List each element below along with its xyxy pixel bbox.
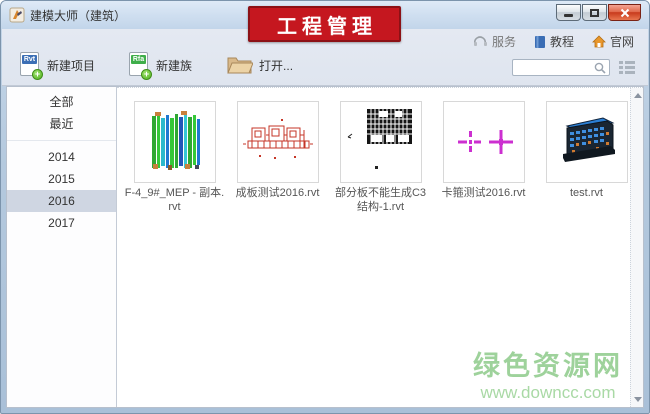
tutorial-label: 教程 [550, 33, 574, 50]
file-row: F-4_9#_MEP - 副本.rvt [117, 88, 643, 214]
toolbar: Rvt + 新建项目 Rfa + 新建族 打开... [16, 49, 297, 81]
open-button[interactable]: 打开... [222, 51, 297, 79]
tutorial-link[interactable]: 教程 [534, 33, 574, 50]
new-family-button[interactable]: Rfa + 新建族 [125, 49, 196, 81]
blue-building-thumbnail [546, 101, 628, 183]
red-floorplan-thumbnail [237, 101, 319, 183]
sidebar: 全部 最近 2014 2015 2016 2017 [7, 87, 117, 407]
mep-model-thumbnail [134, 101, 216, 183]
file-item[interactable]: 成板测试2016.rvt [226, 101, 329, 214]
file-item[interactable]: 部分板不能生成C3结构-1.rvt [329, 101, 432, 214]
service-label: 服务 [492, 33, 516, 50]
main-panel: 全部 最近 2014 2015 2016 2017 [6, 86, 644, 408]
new-project-button[interactable]: Rvt + 新建项目 [16, 49, 99, 81]
website-label: 官网 [610, 33, 634, 50]
home-icon [592, 35, 606, 48]
list-view-icon[interactable] [618, 59, 636, 76]
sidebar-item-all[interactable]: 全部 [7, 91, 116, 113]
window-controls [556, 4, 641, 21]
search-box [512, 59, 610, 76]
new-family-icon: Rfa + [129, 52, 150, 78]
app-logo-icon [9, 7, 25, 23]
maximize-icon [590, 9, 599, 17]
plus-icon: + [32, 69, 43, 80]
rfa-badge: Rfa [131, 55, 146, 64]
open-folder-icon [226, 54, 253, 76]
file-item[interactable]: test.rvt [535, 101, 638, 214]
sidebar-item-2015[interactable]: 2015 [7, 168, 116, 190]
close-icon [620, 8, 630, 18]
file-name: 成板测试2016.rvt [236, 186, 320, 200]
sidebar-item-2017[interactable]: 2017 [7, 212, 116, 234]
new-project-icon: Rvt + [20, 52, 41, 78]
header-links: 服务 教程 官网 [473, 33, 634, 50]
file-grid: F-4_9#_MEP - 副本.rvt [117, 87, 643, 407]
black-grid-thumbnail [340, 101, 422, 183]
new-project-label: 新建项目 [47, 57, 95, 74]
scroll-down-icon[interactable] [634, 397, 642, 402]
sidebar-item-2016[interactable]: 2016 [7, 190, 116, 212]
page-title-banner: 工程管理 [248, 6, 401, 42]
rvt-badge: Rvt [22, 55, 37, 64]
file-item[interactable]: 卡箍测试2016.rvt [432, 101, 535, 214]
file-name: 卡箍测试2016.rvt [442, 186, 526, 200]
close-button[interactable] [608, 4, 641, 21]
window-title: 建模大师（建筑） [30, 7, 126, 24]
service-icon [473, 36, 488, 48]
file-name: test.rvt [570, 186, 603, 200]
sidebar-separator [7, 140, 116, 141]
minimize-icon [564, 14, 573, 17]
sidebar-item-recent[interactable]: 最近 [7, 113, 116, 135]
search-input[interactable] [513, 62, 593, 74]
app-window: 建模大师（建筑） 工程管理 服务 [0, 0, 650, 414]
open-label: 打开... [259, 57, 293, 74]
minimize-button[interactable] [556, 4, 581, 21]
website-link[interactable]: 官网 [592, 33, 634, 50]
plus-icon: + [141, 69, 152, 80]
maximize-button[interactable] [582, 4, 607, 21]
vertical-scrollbar[interactable] [630, 88, 643, 407]
file-name: F-4_9#_MEP - 副本.rvt [125, 186, 225, 214]
new-family-label: 新建族 [156, 57, 192, 74]
sidebar-item-2014[interactable]: 2014 [7, 146, 116, 168]
search-icon[interactable] [593, 61, 607, 75]
file-name: 部分板不能生成C3结构-1.rvt [331, 186, 431, 214]
file-item[interactable]: F-4_9#_MEP - 副本.rvt [123, 101, 226, 214]
tutorial-icon [534, 35, 546, 49]
magenta-clamps-thumbnail [443, 101, 525, 183]
scroll-up-icon[interactable] [634, 93, 642, 98]
service-link[interactable]: 服务 [473, 33, 516, 50]
